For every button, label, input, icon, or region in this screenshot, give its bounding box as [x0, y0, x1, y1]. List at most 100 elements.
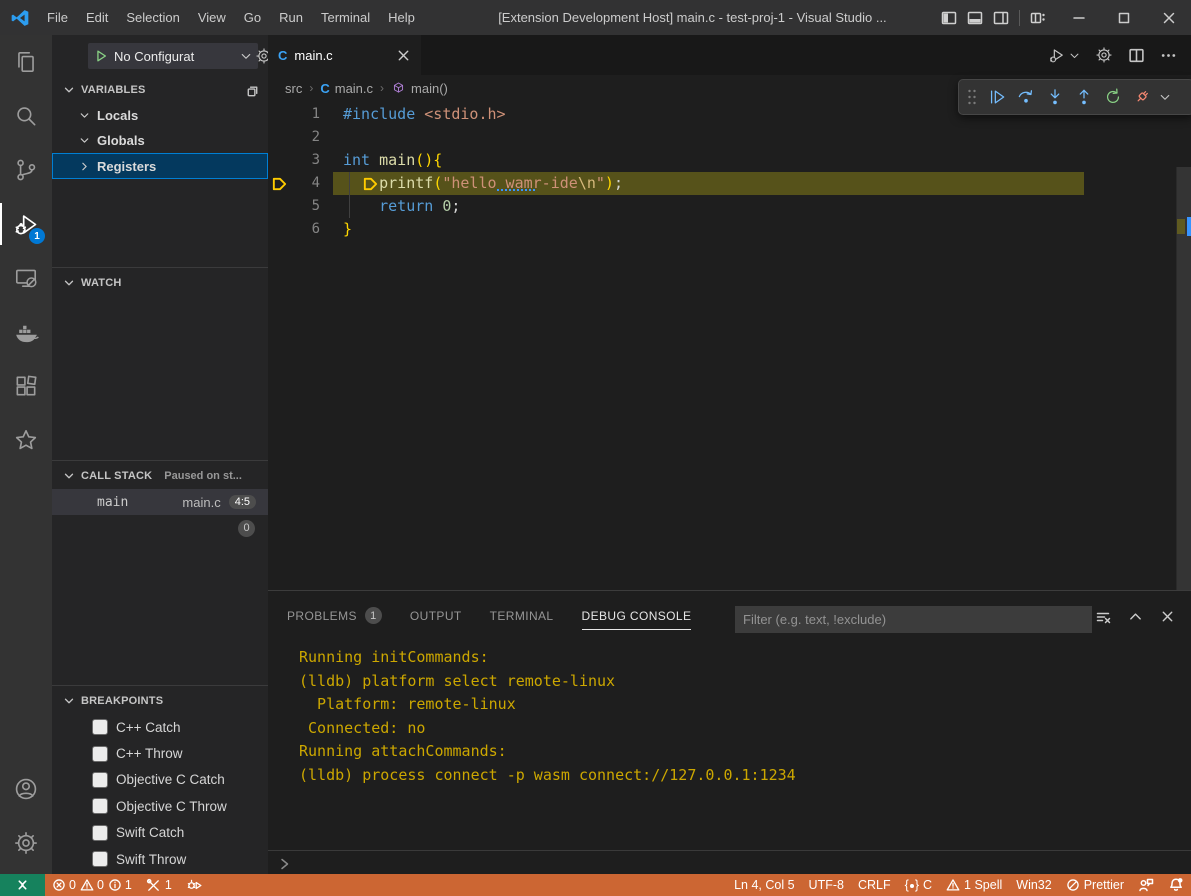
- menu-run[interactable]: Run: [270, 10, 312, 25]
- breakpoint-row[interactable]: C++ Catch: [52, 714, 268, 740]
- line-number[interactable]: 4: [296, 172, 320, 195]
- sidebar-item-search[interactable]: [0, 89, 52, 143]
- debug-console-input-row[interactable]: [268, 850, 1191, 876]
- code-line-3[interactable]: 3int main(){: [268, 149, 1191, 172]
- debug-status[interactable]: [179, 874, 210, 896]
- toolchain-status[interactable]: 1: [139, 874, 179, 896]
- spell-checker-status[interactable]: 1 Spell: [939, 874, 1009, 896]
- sidebar-item-docker[interactable]: [0, 305, 52, 359]
- continue-button[interactable]: [983, 84, 1010, 110]
- code-editor[interactable]: 1#include <stdio.h>23int main(){4 printf…: [268, 101, 1191, 592]
- launch-config-dropdown[interactable]: No Configurat: [88, 43, 258, 69]
- close-tab-icon[interactable]: [396, 48, 411, 63]
- breadcrumb-src[interactable]: src: [285, 81, 302, 96]
- breakpoint-row[interactable]: C++ Throw: [52, 740, 268, 766]
- menu-view[interactable]: View: [189, 10, 235, 25]
- maximize-panel-icon[interactable]: [1128, 609, 1143, 625]
- sidebar-item-explorer[interactable]: [0, 35, 52, 89]
- accounts-button[interactable]: [0, 762, 52, 816]
- manage-button[interactable]: [0, 816, 52, 870]
- more-actions-icon[interactable]: [1160, 47, 1177, 64]
- debug-console-output[interactable]: Running initCommands:(lldb) platform sel…: [268, 646, 1177, 850]
- maximize-button[interactable]: [1101, 0, 1146, 35]
- call-stack-header[interactable]: CALL STACK Paused on st...: [52, 461, 268, 489]
- settings-gear-icon[interactable]: [1095, 46, 1113, 64]
- gripper-icon[interactable]: [963, 84, 981, 110]
- breakpoint-checkbox[interactable]: [92, 798, 108, 814]
- close-panel-icon[interactable]: [1160, 609, 1175, 625]
- tab-output[interactable]: OUTPUT: [410, 607, 462, 630]
- toggle-sidebar-icon[interactable]: [941, 10, 957, 26]
- start-debug-icon[interactable]: [94, 49, 108, 63]
- sidebar-item-run-and-debug[interactable]: 1: [0, 197, 52, 251]
- menu-selection[interactable]: Selection: [117, 10, 188, 25]
- tab-main-c[interactable]: C main.c: [268, 35, 421, 75]
- collapse-all-icon[interactable]: [245, 83, 260, 98]
- breakpoint-checkbox[interactable]: [92, 825, 108, 841]
- chevron-down-icon[interactable]: [1157, 84, 1173, 110]
- variables-header[interactable]: VARIABLES: [52, 75, 268, 103]
- tab-terminal[interactable]: TERMINAL: [490, 607, 554, 630]
- clear-console-icon[interactable]: [1095, 609, 1111, 625]
- watch-header[interactable]: WATCH: [52, 268, 268, 296]
- line-number[interactable]: 6: [296, 218, 320, 241]
- debug-action-toolbar[interactable]: [958, 79, 1191, 115]
- breadcrumb-symbol[interactable]: main(): [391, 81, 448, 96]
- breakpoint-checkbox[interactable]: [92, 746, 108, 762]
- thread-row[interactable]: 0: [52, 515, 268, 541]
- sidebar-item-remote-explorer[interactable]: [0, 251, 52, 305]
- step-out-button[interactable]: [1070, 84, 1097, 110]
- eol-indicator[interactable]: CRLF: [851, 874, 898, 896]
- code-line-2[interactable]: 2: [268, 126, 1191, 149]
- language-mode[interactable]: {} C: [898, 874, 939, 896]
- line-number[interactable]: 5: [296, 195, 320, 218]
- menu-go[interactable]: Go: [235, 10, 270, 25]
- notifications-button[interactable]: [1161, 874, 1191, 896]
- breakpoint-row[interactable]: Swift Throw: [52, 846, 268, 872]
- menu-edit[interactable]: Edit: [77, 10, 117, 25]
- close-button[interactable]: [1146, 0, 1191, 35]
- breakpoint-row[interactable]: Objective C Catch: [52, 767, 268, 793]
- toggle-secondary-sidebar-icon[interactable]: [993, 10, 1009, 26]
- platform-indicator[interactable]: Win32: [1009, 874, 1058, 896]
- line-number[interactable]: 1: [296, 103, 320, 126]
- line-number[interactable]: 3: [296, 149, 320, 172]
- remote-indicator[interactable]: [0, 874, 45, 896]
- variables-scope-registers[interactable]: Registers: [52, 153, 268, 179]
- breakpoint-row[interactable]: Swift Catch: [52, 820, 268, 846]
- tab-debug-console[interactable]: DEBUG CONSOLE: [582, 607, 692, 630]
- overview-ruler[interactable]: [1176, 167, 1191, 592]
- encoding-indicator[interactable]: UTF-8: [802, 874, 851, 896]
- breakpoints-header[interactable]: BREAKPOINTS: [52, 686, 268, 714]
- sidebar-item-source-control[interactable]: [0, 143, 52, 197]
- tab-problems[interactable]: PROBLEMS 1: [287, 607, 382, 630]
- code-line-6[interactable]: 6}: [268, 218, 1191, 241]
- cursor-position[interactable]: Ln 4, Col 5: [727, 874, 801, 896]
- breadcrumb-file[interactable]: C main.c: [320, 81, 373, 96]
- split-editor-icon[interactable]: [1128, 47, 1145, 64]
- code-line-4[interactable]: 4 printf("hello wamr-ide\n");: [268, 172, 1191, 195]
- breakpoint-checkbox[interactable]: [92, 851, 108, 867]
- execution-pointer-icon[interactable]: [271, 176, 288, 192]
- menu-terminal[interactable]: Terminal: [312, 10, 379, 25]
- run-or-debug-button[interactable]: [1048, 46, 1080, 65]
- restart-button[interactable]: [1099, 84, 1126, 110]
- feedback-button[interactable]: [1131, 874, 1161, 896]
- stack-frame-row[interactable]: main main.c 4:5: [52, 489, 268, 515]
- problems-status[interactable]: 0 0 1: [45, 874, 139, 896]
- breakpoint-checkbox[interactable]: [92, 772, 108, 788]
- breakpoint-row[interactable]: Objective C Throw: [52, 793, 268, 819]
- variables-scope-globals[interactable]: Globals: [52, 128, 268, 153]
- menu-help[interactable]: Help: [379, 10, 424, 25]
- variables-scope-locals[interactable]: Locals: [52, 103, 268, 128]
- step-over-button[interactable]: [1012, 84, 1039, 110]
- breakpoint-checkbox[interactable]: [92, 719, 108, 735]
- disconnect-button[interactable]: [1128, 84, 1155, 110]
- sidebar-item-favorites[interactable]: [0, 413, 52, 467]
- customize-layout-icon[interactable]: [1030, 10, 1046, 26]
- step-into-button[interactable]: [1041, 84, 1068, 110]
- sidebar-item-extensions[interactable]: [0, 359, 52, 413]
- console-filter-input[interactable]: [735, 606, 1092, 633]
- minimize-button[interactable]: [1056, 0, 1101, 35]
- menu-file[interactable]: File: [38, 10, 77, 25]
